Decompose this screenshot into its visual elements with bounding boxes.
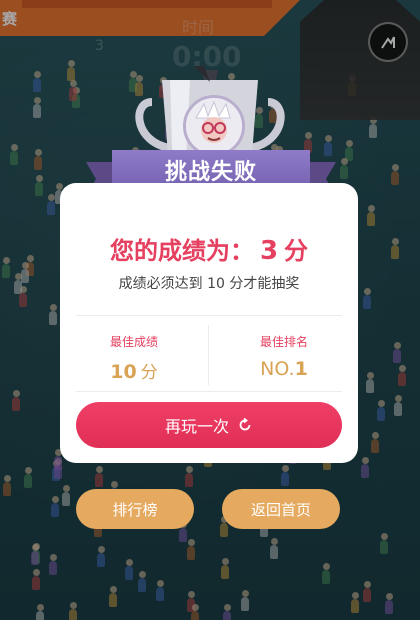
home-button[interactable]: 返回首页 [222, 489, 340, 529]
leaderboard-button[interactable]: 排行榜 [76, 489, 194, 529]
refresh-icon [239, 417, 251, 431]
best-score-value: 10 [110, 361, 137, 383]
best-rank-value: 1 [294, 358, 308, 380]
result-dialog: 您的成绩为： 3 分 成绩必须达到 10 分才能抽奖 最佳成绩 10 分 最佳排名 N… [60, 183, 358, 463]
best-score-unit: 分 [140, 363, 158, 383]
best-score-value-line: 10 分 [60, 358, 208, 383]
score-unit: 分 [284, 237, 309, 265]
lottery-hint: 成绩必须达到 10 分才能抽奖 [118, 276, 300, 292]
best-score-label: 最佳成绩 [109, 335, 158, 349]
best-rank-value-line: NO.1 [210, 358, 358, 380]
best-score-stat: 最佳成绩 10 分 [60, 333, 208, 383]
score-line: 您的成绩为： 3 分 [60, 231, 358, 266]
score-value: 3 [259, 236, 279, 266]
divider-middle [208, 325, 209, 385]
replay-label: 再玩一次 [164, 417, 229, 436]
best-rank-prefix: NO. [260, 358, 295, 380]
divider-bottom [76, 391, 342, 392]
best-rank-label: 最佳排名 [259, 335, 308, 349]
best-rank-stat: 最佳排名 NO.1 [210, 333, 358, 380]
divider-top [76, 315, 342, 316]
avatar-icon [183, 95, 245, 157]
replay-button[interactable]: 再玩一次 [76, 402, 342, 448]
score-prefix: 您的成绩为： [109, 237, 254, 265]
